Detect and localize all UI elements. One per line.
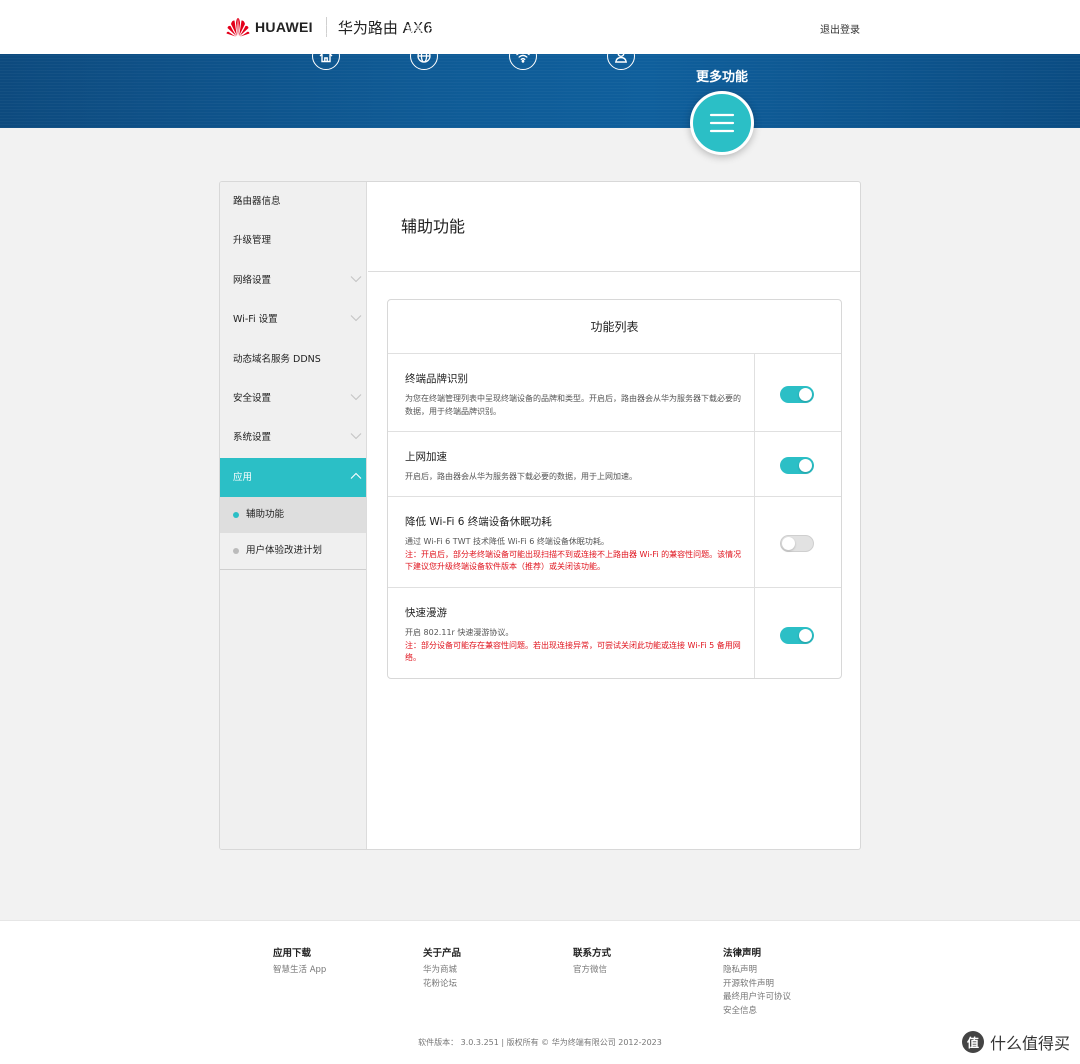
logout-link[interactable]: 退出登录 — [820, 21, 860, 36]
chevron-down-icon — [350, 315, 362, 322]
sidebar-item-label: 应用 — [233, 471, 253, 483]
footer-link[interactable]: 官方微信 — [573, 964, 713, 978]
footer-link[interactable]: 智慧生活 App — [273, 964, 413, 978]
footer-col-title: 法律声明 — [723, 948, 762, 959]
footer-col-title: 关于产品 — [423, 948, 462, 959]
footer-col-title: 应用下载 — [273, 948, 312, 959]
chevron-down-icon — [350, 433, 362, 440]
watermark: 值 什么值得买 — [961, 1030, 1070, 1054]
sidebar-subitem-ux-program[interactable]: 用户体验改进计划 — [220, 533, 366, 569]
footer-link[interactable]: 最终用户许可协议 — [723, 991, 863, 1005]
footer-link[interactable]: 开源软件声明 — [723, 978, 863, 992]
wifi-icon — [509, 42, 537, 70]
feature-desc: 开启 802.11r 快速漫游协议。 — [405, 628, 514, 637]
bullet-dot-icon — [233, 548, 239, 555]
toggle-knob — [782, 537, 795, 550]
toggle-knob — [799, 459, 812, 472]
feature-list-title: 功能列表 — [388, 300, 841, 354]
sidebar-subitem-label: 辅助功能 — [246, 509, 285, 521]
sidebar-subitem-accessibility[interactable]: 辅助功能 — [220, 497, 366, 534]
sidebar-item-security[interactable]: 安全设置 — [220, 379, 366, 418]
sidebar-item-label: 路由器信息 — [233, 196, 281, 207]
sidebar-item-router-info[interactable]: 路由器信息 — [220, 182, 366, 221]
chevron-up-icon — [350, 472, 362, 479]
sidebar-item-ddns[interactable]: 动态域名服务 DDNS — [220, 340, 366, 379]
feature-row-acceleration: 上网加速 开启后，路由器会从华为服务器下载必要的数据，用于上网加速。 — [388, 432, 841, 497]
bullet-dot-icon — [233, 512, 239, 519]
menu-icon — [709, 113, 735, 133]
feature-name: 上网加速 — [405, 451, 447, 463]
footer-col-contact: 联系方式 官方微信 — [573, 945, 713, 978]
sidebar-item-label: 安全设置 — [233, 392, 272, 404]
feature-row-fast-roaming: 快速漫游 开启 802.11r 快速漫游协议。 注：部分设备可能存在兼容性问题。… — [388, 588, 841, 678]
footer-col-app: 应用下载 智慧生活 App — [273, 945, 413, 978]
toggle-knob — [799, 388, 812, 401]
nav-devices-label: 终端管理 — [601, 25, 640, 36]
feature-warning: 注：部分设备可能存在兼容性问题。若出现连接异常，可尝试关闭此功能或连接 Wi-F… — [405, 640, 741, 663]
sidebar-item-upgrade[interactable]: 升级管理 — [220, 221, 366, 260]
feature-warning: 注：开启后，部分老终端设备可能出现扫描不到或连接不上路由器 Wi-Fi 的兼容性… — [405, 549, 742, 572]
chevron-down-icon — [350, 275, 362, 283]
sidebar-item-label: 系统设置 — [233, 432, 272, 444]
watermark-text: 什么值得买 — [989, 1034, 1070, 1053]
footer: 应用下载 智慧生活 App 关于产品 华为商城 花粉论坛 联系方式 官方微信 法… — [0, 920, 1080, 1064]
nav-more-label: 更多功能 — [695, 70, 748, 85]
feature-name: 降低 Wi-Fi 6 终端设备休眠功耗 — [405, 516, 552, 528]
brand-recognition-toggle[interactable] — [780, 386, 814, 403]
nav-home[interactable]: 主页 — [286, 22, 366, 70]
chevron-down-icon — [350, 394, 362, 401]
user-icon — [607, 42, 635, 70]
nav-wifi[interactable]: 我的 Wi-Fi — [483, 22, 563, 70]
twt-power-saving-toggle[interactable] — [780, 535, 814, 552]
sidebar: 路由器信息 升级管理 网络设置 Wi-Fi 设置 动态域名服务 DDNS 安全设… — [220, 182, 367, 849]
feature-list: 功能列表 终端品牌识别 为您在终端管理列表中呈现终端设备的品牌和类型。开启后，路… — [387, 299, 842, 679]
feature-desc: 通过 Wi-Fi 6 TWT 技术降低 Wi-Fi 6 终端设备休眠功耗。 — [405, 537, 609, 546]
sidebar-item-label: 升级管理 — [233, 235, 272, 247]
feature-name: 快速漫游 — [405, 607, 447, 619]
footer-col-product: 关于产品 华为商城 花粉论坛 — [423, 945, 563, 991]
sidebar-item-wifi[interactable]: Wi-Fi 设置 — [220, 300, 366, 339]
sidebar-item-label: 网络设置 — [233, 274, 272, 286]
footer-link[interactable]: 花粉论坛 — [423, 978, 563, 992]
fast-roaming-toggle[interactable] — [780, 627, 814, 644]
footer-link[interactable]: 华为商城 — [423, 964, 563, 978]
sidebar-item-apps[interactable]: 应用 — [220, 457, 366, 498]
feature-desc: 为您在终端管理列表中呈现终端设备的品牌和类型。开启后，路由器会从华为服务器下载必… — [405, 394, 741, 416]
globe-icon — [410, 42, 438, 70]
home-icon — [312, 42, 340, 70]
settings-card: 路由器信息 升级管理 网络设置 Wi-Fi 设置 动态域名服务 DDNS 安全设… — [219, 181, 861, 850]
sidebar-divider — [220, 569, 366, 571]
feature-row-twt-power-saving: 降低 Wi-Fi 6 终端设备休眠功耗 通过 Wi-Fi 6 TWT 技术降低 … — [388, 497, 841, 588]
nav-internet-label: 我要上网 — [404, 25, 443, 36]
toggle-knob — [799, 629, 812, 642]
copyright: 软件版本： 3.0.3.251 | 版权所有 © 华为终端有限公司 2012-2… — [418, 1038, 662, 1047]
sidebar-subitem-label: 用户体验改进计划 — [246, 545, 323, 557]
footer-col-legal: 法律声明 隐私声明 开源软件声明 最终用户许可协议 安全信息 — [723, 945, 863, 1018]
huawei-flower-icon — [226, 18, 250, 37]
nav-more-button[interactable] — [690, 91, 754, 155]
footer-col-title: 联系方式 — [573, 948, 612, 959]
acceleration-toggle[interactable] — [780, 457, 814, 474]
page-title: 辅助功能 — [368, 182, 860, 272]
feature-row-brand-recognition: 终端品牌识别 为您在终端管理列表中呈现终端设备的品牌和类型。开启后，路由器会从华… — [388, 354, 841, 432]
nav-home-label: 主页 — [316, 25, 336, 36]
feature-name: 终端品牌识别 — [405, 373, 468, 385]
feature-desc: 开启后，路由器会从华为服务器下载必要的数据，用于上网加速。 — [405, 472, 637, 481]
sidebar-item-network[interactable]: 网络设置 — [220, 261, 366, 300]
sidebar-item-label: 动态域名服务 DDNS — [233, 353, 321, 365]
sidebar-item-label: Wi-Fi 设置 — [233, 314, 278, 326]
nav-devices[interactable]: 终端管理 — [581, 22, 661, 70]
nav-wifi-label: 我的 Wi-Fi — [500, 25, 546, 36]
nav-internet[interactable]: 我要上网 — [384, 22, 464, 70]
footer-link[interactable]: 隐私声明 — [723, 964, 863, 978]
smzdm-logo-icon: 值 — [961, 1031, 984, 1053]
sidebar-item-system[interactable]: 系统设置 — [220, 418, 366, 457]
content-pane: 辅助功能 功能列表 终端品牌识别 为您在终端管理列表中呈现终端设备的品牌和类型。… — [368, 182, 860, 849]
footer-link[interactable]: 安全信息 — [723, 1005, 863, 1019]
